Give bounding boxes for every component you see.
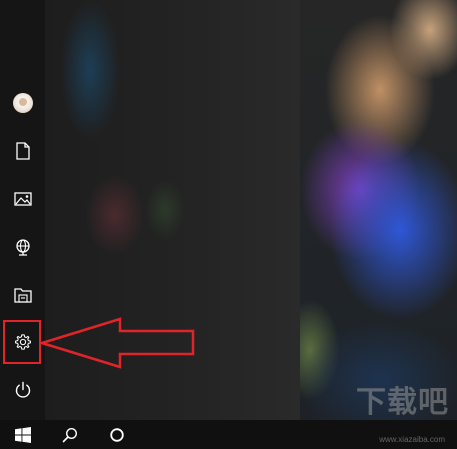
pictures-icon [13, 192, 32, 206]
network-globe-icon [15, 239, 30, 256]
search-button[interactable] [47, 420, 93, 449]
cortana-button[interactable] [94, 420, 140, 449]
file-explorer-button[interactable] [0, 275, 45, 315]
file-explorer-icon [13, 288, 32, 303]
user-avatar-icon [12, 93, 33, 113]
document-icon [15, 142, 30, 160]
watermark-logo: 下载吧 [356, 386, 449, 419]
network-button[interactable] [0, 227, 45, 267]
power-button[interactable] [0, 370, 45, 410]
pictures-button[interactable] [0, 179, 45, 219]
watermark-url: www.xiazaiba.com [379, 435, 445, 444]
start-button[interactable] [0, 420, 46, 449]
cortana-circle-icon [110, 427, 124, 442]
windows-logo-icon [15, 426, 31, 443]
account-button[interactable] [0, 83, 45, 123]
power-icon [15, 381, 30, 398]
search-icon [62, 427, 78, 442]
documents-button[interactable] [0, 131, 45, 171]
settings-highlight-box [3, 320, 41, 364]
annotation-arrow [40, 317, 195, 369]
